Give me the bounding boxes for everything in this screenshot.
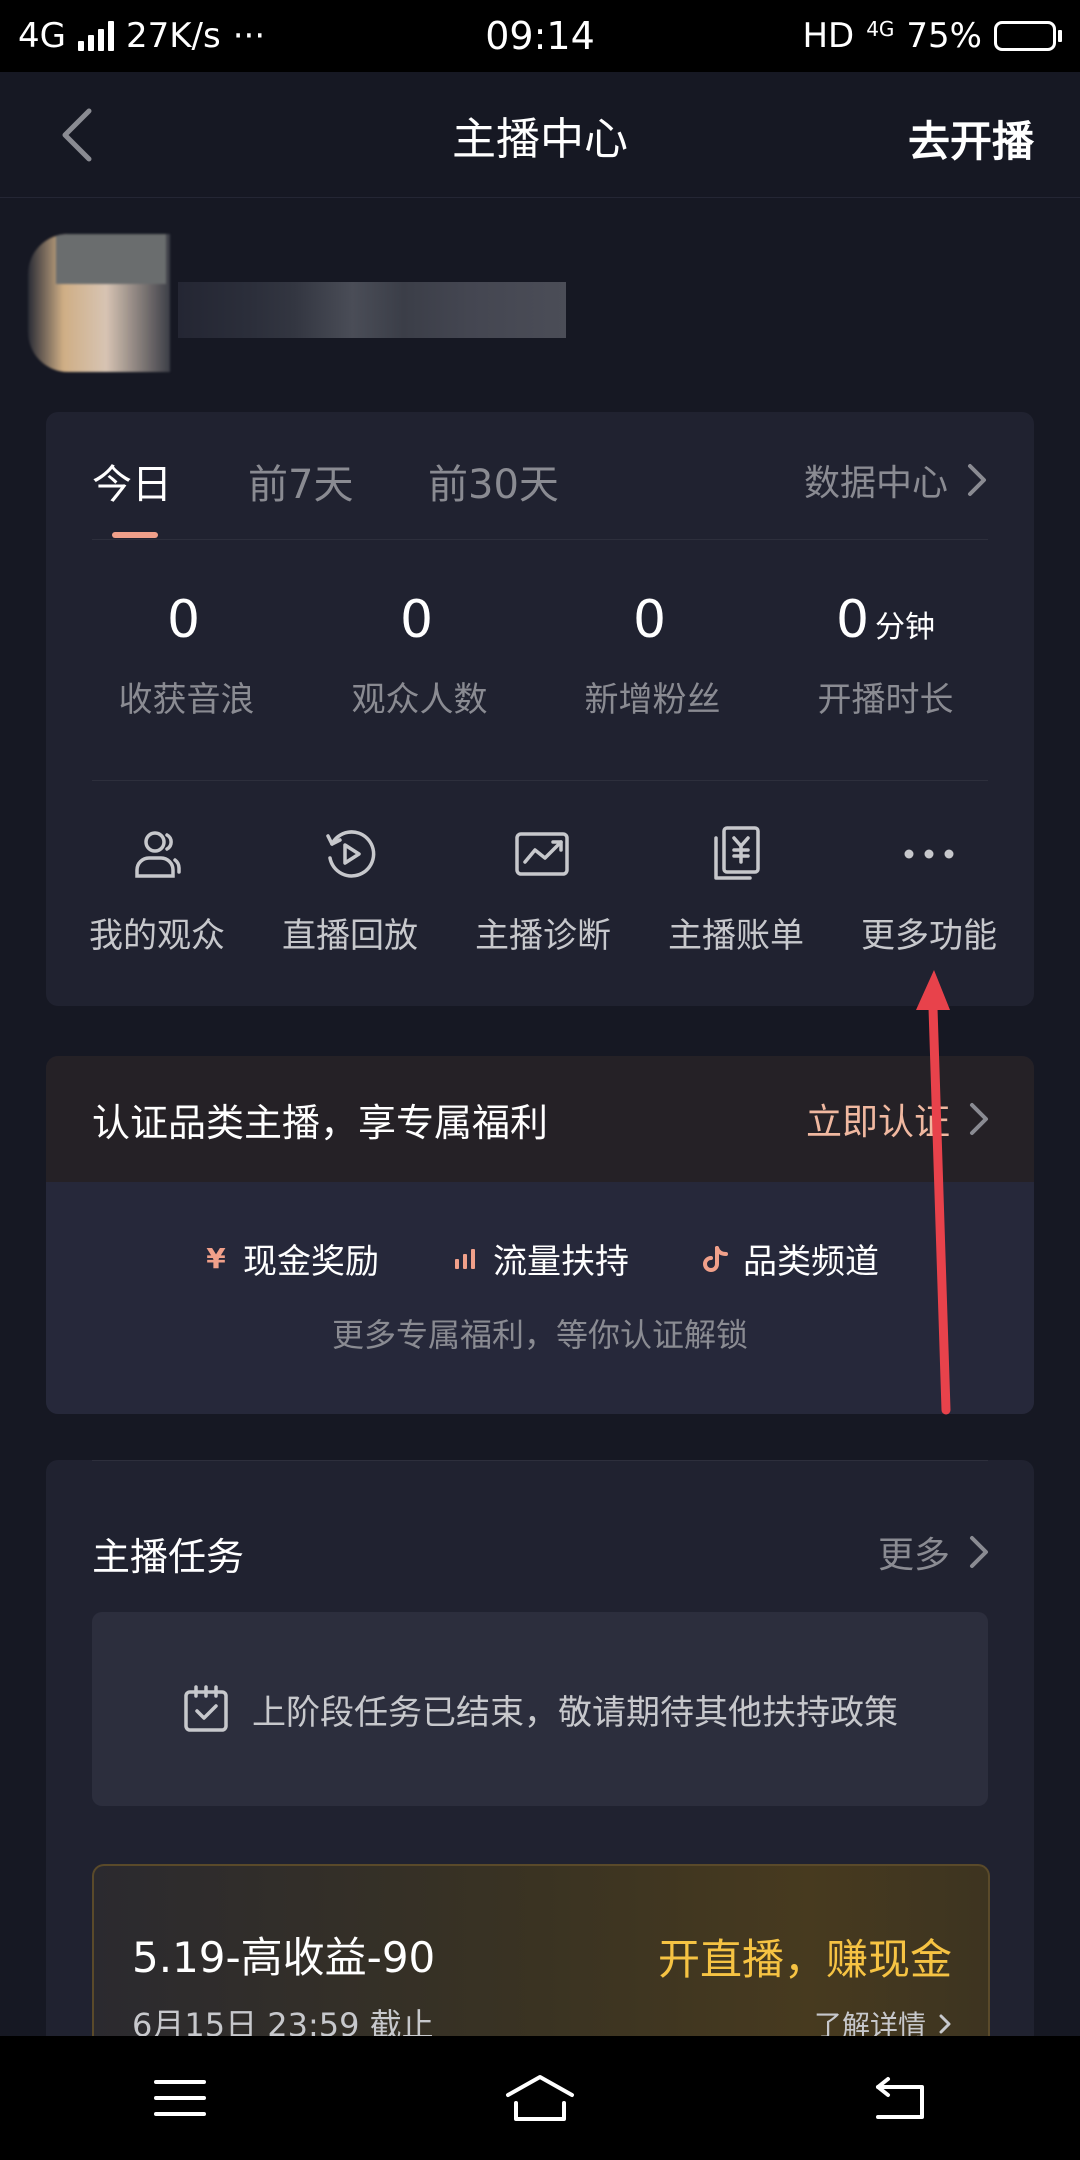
tab-7-days[interactable]: 前7天 — [248, 452, 353, 510]
tool-my-audience[interactable]: 我的观众 — [62, 824, 252, 957]
divider — [92, 780, 988, 781]
network-type: 4G — [18, 16, 66, 56]
stat-value: 0 — [166, 590, 201, 650]
tool-bill[interactable]: 主播账单 — [641, 824, 831, 957]
certification-card: 认证品类主播，享专属福利 立即认证 ¥ 现金奖励 流量扶持 品类频道 更多专属福… — [46, 1056, 1034, 1414]
stat-value: 0 — [632, 590, 667, 650]
stats-row: 0 收获音浪 0 观众人数 0 新增粉丝 0 分钟 开播时长 — [46, 590, 1034, 721]
chevron-right-icon — [968, 464, 986, 496]
benefits-row: ¥ 现金奖励 流量扶持 品类频道 — [46, 1234, 1034, 1283]
tasks-more-label: 更多 — [877, 1535, 950, 1576]
benefit-channel: 品类频道 — [701, 1234, 879, 1283]
stat-viewers[interactable]: 0 观众人数 — [303, 590, 536, 721]
network-speed: 27K/s — [125, 16, 221, 56]
stat-label: 开播时长 — [817, 680, 954, 720]
stat-unit: 分钟 — [875, 610, 936, 645]
benefit-label: 流量扶持 — [493, 1242, 629, 1282]
tool-more-features[interactable]: 更多功能 — [834, 824, 1024, 957]
nav-home-button[interactable] — [495, 2058, 585, 2138]
divider — [92, 1460, 988, 1461]
stat-label: 观众人数 — [351, 680, 488, 720]
certification-title: 认证品类主播，享专属福利 — [92, 1100, 549, 1145]
return-icon — [876, 2077, 924, 2119]
tab-30-days[interactable]: 前30天 — [428, 452, 559, 510]
benefit-traffic: 流量扶持 — [451, 1234, 629, 1283]
back-button[interactable] — [44, 102, 110, 168]
stat-value: 0 — [399, 590, 434, 650]
tool-label: 主播账单 — [668, 916, 804, 956]
tasks-empty-state: 上阶段任务已结束，敬请期待其他扶持政策 — [92, 1612, 988, 1806]
tool-label: 更多功能 — [861, 916, 997, 956]
menu-icon — [154, 2080, 206, 2116]
nav-back-button[interactable] — [855, 2058, 945, 2138]
status-right: HD 4G 75% — [802, 16, 1062, 56]
more-icon — [899, 824, 959, 884]
go-live-button[interactable]: 去开播 — [908, 108, 1034, 169]
data-center-link[interactable]: 数据中心 — [804, 454, 988, 506]
certification-note: 更多专属福利，等你认证解锁 — [331, 1316, 748, 1354]
screen: 4G 27K/s ··· 09:14 HD 4G 75% 主播中心 去开播 今日… — [0, 0, 1080, 2160]
tasks-title: 主播任务 — [92, 1535, 245, 1579]
tab-today[interactable]: 今日 — [92, 452, 172, 510]
certification-header[interactable]: 认证品类主播，享专属福利 立即认证 — [46, 1056, 1034, 1182]
signal-icon — [77, 21, 114, 51]
page-title: 主播中心 — [452, 113, 628, 165]
calendar-check-icon — [184, 1685, 228, 1732]
bars-icon — [451, 1244, 481, 1274]
music-note-icon — [701, 1244, 731, 1274]
replay-icon — [320, 824, 380, 884]
nav-menu-button[interactable] — [135, 2058, 225, 2138]
benefit-cash: ¥ 现金奖励 — [201, 1234, 379, 1283]
hd-indicator: HD — [802, 16, 855, 56]
stat-label: 新增粉丝 — [584, 680, 721, 720]
benefit-label: 品类频道 — [743, 1242, 879, 1282]
stats-card: 今日 前7天 前30天 数据中心 0 收获音浪 0 观众人数 0 新增粉丝 0 … — [46, 412, 1034, 1006]
diagnosis-icon — [513, 824, 573, 884]
status-bar: 4G 27K/s ··· 09:14 HD 4G 75% — [0, 0, 1080, 72]
stat-new-fans[interactable]: 0 新增粉丝 — [536, 590, 769, 721]
stat-value: 0 — [835, 590, 870, 650]
chevron-left-icon — [62, 108, 92, 162]
stat-live-duration[interactable]: 0 分钟 开播时长 — [769, 590, 1002, 721]
tasks-more-link[interactable]: 更多 — [878, 1526, 990, 1578]
battery-icon — [994, 21, 1062, 51]
yen-icon: ¥ — [206, 1242, 226, 1275]
avatar[interactable] — [28, 234, 170, 372]
status-left: 4G 27K/s ··· — [18, 16, 265, 56]
navigation-bar — [0, 2036, 1080, 2160]
chevron-right-icon — [970, 1536, 988, 1568]
tool-label: 主播诊断 — [475, 916, 611, 956]
promo-cta[interactable]: 开直播，赚现金 — [658, 1926, 952, 1987]
arrow-annotation-icon — [916, 970, 951, 1415]
status-more: ··· — [232, 16, 266, 56]
tools-row: 我的观众 直播回放 主播诊断 主播账单 更多功能 — [46, 824, 1034, 957]
benefit-label: 现金奖励 — [243, 1242, 379, 1282]
tool-label: 我的观众 — [89, 916, 225, 956]
username-blurred — [178, 282, 566, 338]
certification-body: ¥ 现金奖励 流量扶持 品类频道 更多专属福利，等你认证解锁 — [46, 1182, 1034, 1414]
tool-diagnosis[interactable]: 主播诊断 — [448, 824, 638, 957]
stat-soundwave[interactable]: 0 收获音浪 — [70, 590, 303, 721]
tasks-empty-text: 上阶段任务已结束，敬请期待其他扶持政策 — [252, 1692, 898, 1733]
promo-title: 5.19-高收益-90 — [132, 1933, 436, 1982]
tool-live-replay[interactable]: 直播回放 — [255, 824, 445, 957]
bill-icon — [706, 824, 766, 884]
chevron-right-icon — [939, 2014, 951, 2034]
stats-tabs: 今日 前7天 前30天 数据中心 — [92, 412, 988, 540]
profile[interactable] — [28, 234, 568, 374]
audience-icon — [127, 824, 187, 884]
tool-label: 直播回放 — [282, 916, 418, 956]
tasks-card: 主播任务 更多 上阶段任务已结束，敬请期待其他扶持政策 5.19-高收益-90 … — [46, 1460, 1034, 2100]
home-icon — [506, 2075, 574, 2121]
stat-label: 收获音浪 — [118, 680, 255, 720]
battery-percent: 75% — [906, 16, 982, 56]
tab-indicator — [112, 532, 158, 538]
data-center-label: 数据中心 — [803, 463, 948, 504]
network-type-secondary: 4G — [866, 17, 895, 41]
header: 主播中心 去开播 — [0, 72, 1080, 198]
